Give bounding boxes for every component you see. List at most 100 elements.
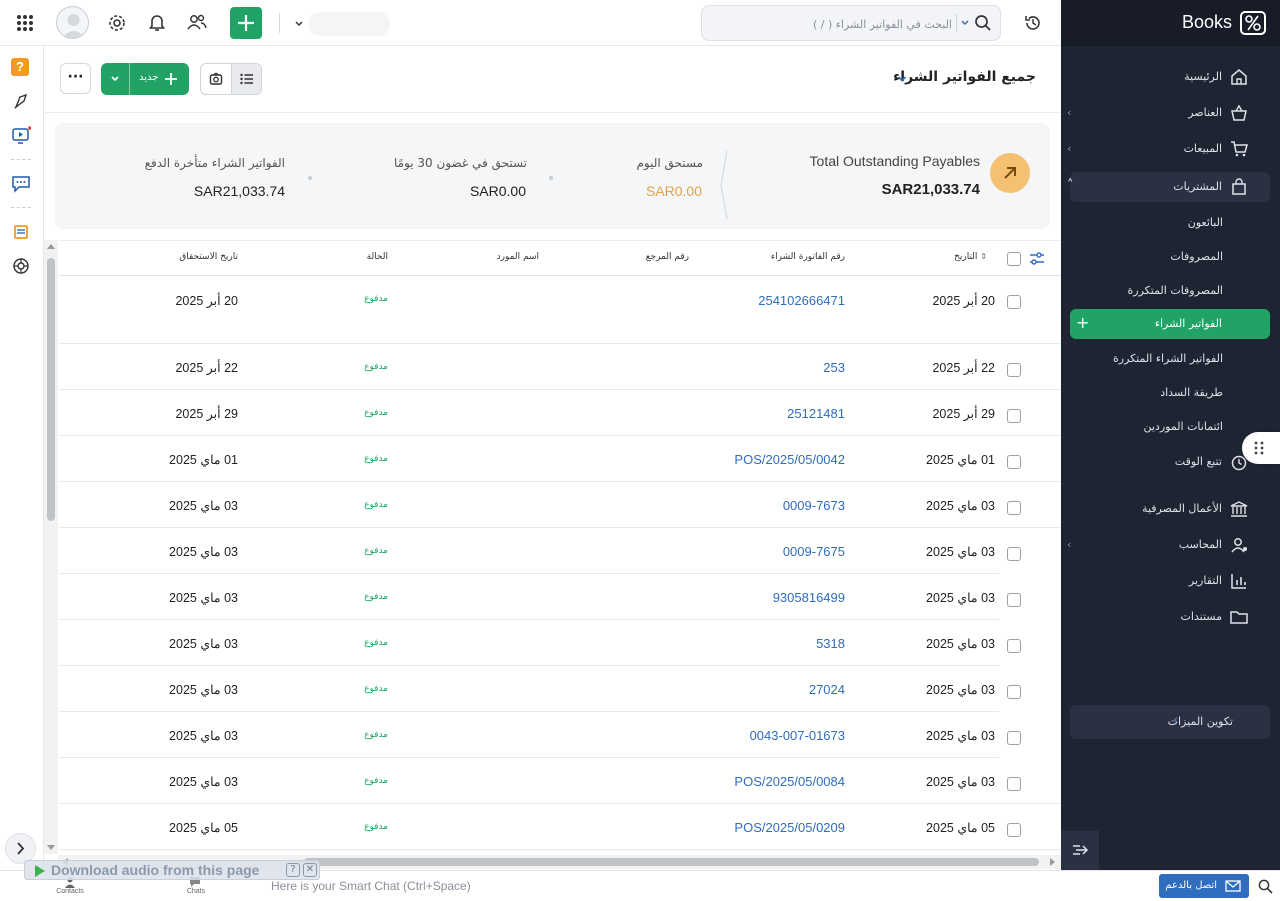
nav-reports[interactable]: التقارير xyxy=(1061,566,1280,596)
camera-view-button[interactable] xyxy=(201,64,231,94)
new-bill-button[interactable]: جديد xyxy=(101,63,189,95)
row-checkbox[interactable] xyxy=(1007,409,1021,423)
cell-invoice-link[interactable]: 0043-007-01673 xyxy=(750,728,845,743)
history-icon[interactable] xyxy=(1024,14,1042,32)
scroll-thumb[interactable] xyxy=(304,858,1039,866)
nav-documents[interactable]: مستندات xyxy=(1061,602,1280,632)
org-switcher[interactable] xyxy=(294,12,390,36)
select-all-checkbox[interactable] xyxy=(1007,252,1021,266)
integrations-icon[interactable] xyxy=(11,256,31,276)
sub-payments-made[interactable]: طريقة السداد xyxy=(1061,379,1280,405)
bell-icon[interactable] xyxy=(148,13,166,32)
nav-purchases[interactable]: ˄ المشتريات xyxy=(1061,172,1280,202)
row-checkbox[interactable] xyxy=(1007,547,1021,561)
cell-invoice-link[interactable]: 9305816499 xyxy=(773,590,845,605)
table-row[interactable]: 03 ماي 2025 POS/2025/05/0084 مدفوع 03 ماي 2… xyxy=(59,758,1061,804)
nav-home[interactable]: الرئيسية xyxy=(1061,62,1280,92)
nav-sales[interactable]: ‹ المبيعات xyxy=(1061,134,1280,164)
row-checkbox[interactable] xyxy=(1007,295,1021,309)
chevron-down-icon xyxy=(295,21,303,27)
table-row[interactable]: 03 ماي 2025 0043-007-01673 مدفوع 03 ماي 202… xyxy=(59,712,1061,758)
sub-recurring-bills[interactable]: الفواتير الشراء المتكررة xyxy=(1061,345,1280,371)
cell-invoice-link[interactable]: POS/2025/05/0042 xyxy=(734,452,845,467)
avatar[interactable] xyxy=(56,6,89,39)
cell-invoice-link[interactable]: 5318 xyxy=(816,636,845,651)
sub-recurring-expenses[interactable]: المصروفات المتكررة xyxy=(1061,277,1280,303)
table-row[interactable]: 22 أبر 2025 253 مدفوع 22 أبر 2025 xyxy=(59,344,1061,390)
apps-grid-icon[interactable] xyxy=(16,14,34,32)
contact-support-button[interactable]: اتصل بالدعم xyxy=(1159,874,1249,898)
video-tutorial-icon[interactable] xyxy=(11,126,31,146)
row-checkbox[interactable] xyxy=(1007,639,1021,653)
cell-invoice-link[interactable]: 253 xyxy=(823,360,845,375)
new-dropdown[interactable] xyxy=(101,63,130,95)
download-audio-bar[interactable]: Download audio from this page ? ✕ xyxy=(24,860,320,880)
search-box[interactable] xyxy=(701,5,1001,41)
vertical-scrollbar[interactable] xyxy=(44,240,58,854)
help-icon[interactable]: ? xyxy=(11,58,29,76)
row-checkbox[interactable] xyxy=(1007,363,1021,377)
drag-handle[interactable] xyxy=(1242,432,1280,464)
chevron-down-icon[interactable] xyxy=(960,18,970,28)
feedback-chat-icon[interactable] xyxy=(11,174,31,194)
row-checkbox[interactable] xyxy=(1007,777,1021,791)
list-view-button[interactable] xyxy=(231,64,261,94)
divider xyxy=(279,13,280,33)
column-date[interactable]: ⇕ التاريخ xyxy=(954,252,987,262)
quick-create-button[interactable] xyxy=(230,7,262,39)
sub-bills-active[interactable]: الفواتير الشراء + xyxy=(1070,309,1270,339)
row-checkbox[interactable] xyxy=(1007,501,1021,515)
column-invoice[interactable]: رقم الفاتورة الشراء xyxy=(771,252,845,262)
row-checkbox[interactable] xyxy=(1007,593,1021,607)
table-row[interactable]: 03 ماي 2025 9305816499 مدفوع 03 ماي 2025 xyxy=(59,574,1061,620)
row-checkbox[interactable] xyxy=(1007,685,1021,699)
nav-accountant[interactable]: ‹ المحاسب xyxy=(1061,530,1280,560)
collapse-sidebar-button[interactable] xyxy=(1061,831,1099,870)
table-row[interactable]: 05 ماي 2025 POS/2025/05/0209 مدفوع 05 ماي 2… xyxy=(59,804,1061,850)
column-settings-icon[interactable] xyxy=(1029,251,1045,267)
row-checkbox[interactable] xyxy=(1007,455,1021,469)
column-reference[interactable]: رقم المرجع xyxy=(646,252,689,262)
view-toggle[interactable] xyxy=(200,63,262,95)
page-title[interactable]: جميع الفواتير الشراء xyxy=(893,69,1036,85)
column-vendor[interactable]: اسم المورد xyxy=(497,252,539,262)
close-icon[interactable]: ✕ xyxy=(303,863,317,877)
row-checkbox[interactable] xyxy=(1007,823,1021,837)
sub-vendors[interactable]: البائعون xyxy=(1061,209,1280,235)
configure-features-button[interactable]: تكوين الميزات ‹ xyxy=(1070,705,1270,739)
table-row[interactable]: 03 ماي 2025 5318 مدفوع 03 ماي 2025 xyxy=(59,620,1061,666)
table-row[interactable]: 03 ماي 2025 0009-7673 مدفوع 03 ماي 2025 xyxy=(59,482,1061,528)
nav-banking[interactable]: الأعمال المصرفية xyxy=(1061,494,1280,524)
row-checkbox[interactable] xyxy=(1007,731,1021,745)
cell-invoice-link[interactable]: 27024 xyxy=(809,682,845,697)
rocket-icon[interactable] xyxy=(11,92,31,112)
smart-chat-input[interactable]: Here is your Smart Chat (Ctrl+Space) xyxy=(271,879,471,893)
table-row[interactable]: 03 ماي 2025 0009-7675 مدفوع 03 ماي 2025 xyxy=(59,528,1061,574)
nav-items[interactable]: ‹ العناصر xyxy=(1061,98,1280,128)
cell-invoice-link[interactable]: POS/2025/05/0209 xyxy=(734,820,845,835)
users-icon[interactable] xyxy=(187,13,207,31)
column-due-date[interactable]: تاريخ الاستحقاق xyxy=(179,252,238,262)
scroll-thumb[interactable] xyxy=(47,258,55,521)
plus-icon[interactable]: + xyxy=(1076,313,1089,332)
chevron-down-icon[interactable] xyxy=(897,74,907,84)
cell-invoice-link[interactable]: 254102666471 xyxy=(758,293,845,308)
table-row[interactable]: 01 ماي 2025 POS/2025/05/0042 مدفوع 01 ماي 2… xyxy=(59,436,1061,482)
table-row[interactable]: 29 أبر 2025 25121481 مدفوع 29 أبر 2025 xyxy=(59,390,1061,436)
mail-icon xyxy=(1225,880,1241,892)
column-status[interactable]: الحالة xyxy=(367,252,388,262)
sub-expenses[interactable]: المصروفات xyxy=(1061,243,1280,269)
search-icon[interactable] xyxy=(1258,879,1273,894)
gear-icon[interactable] xyxy=(108,14,126,32)
cell-invoice-link[interactable]: 0009-7675 xyxy=(783,544,845,559)
table-row[interactable]: 03 ماي 2025 27024 مدفوع 03 ماي 2025 xyxy=(59,666,1061,712)
nav-purchases-label: المشتريات xyxy=(1173,180,1222,193)
table-row[interactable]: 20 أبر 2025 254102666471 مدفوع 20 أبر 2025 xyxy=(59,276,1061,344)
cell-invoice-link[interactable]: 25121481 xyxy=(787,406,845,421)
help-icon[interactable]: ? xyxy=(286,863,300,877)
search-input[interactable] xyxy=(732,15,952,33)
more-options-button[interactable]: ··· xyxy=(60,63,91,94)
notes-icon[interactable] xyxy=(11,222,31,242)
cell-invoice-link[interactable]: POS/2025/05/0084 xyxy=(734,774,845,789)
cell-invoice-link[interactable]: 0009-7673 xyxy=(783,498,845,513)
